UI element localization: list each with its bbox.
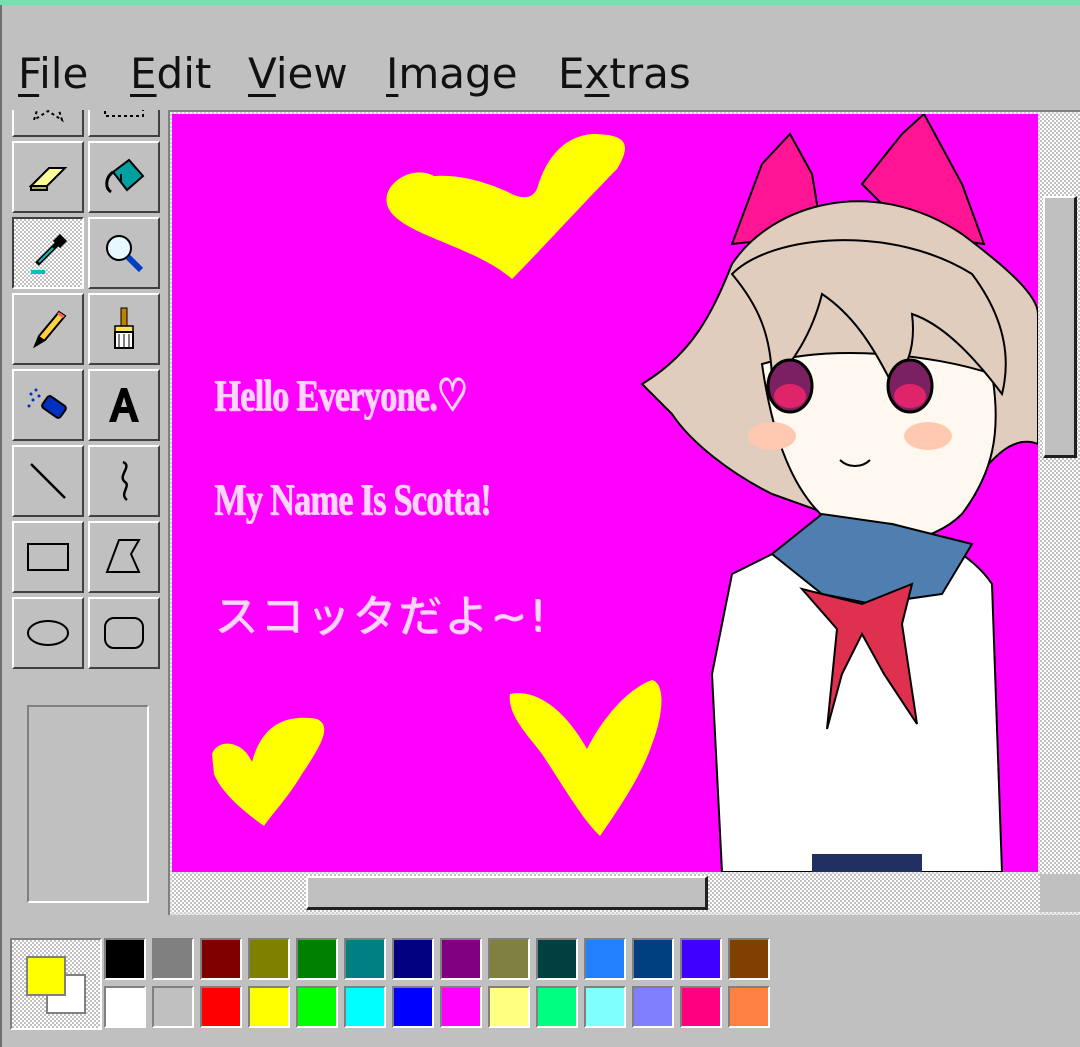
polygon-icon bbox=[105, 539, 141, 573]
palette-swatch[interactable] bbox=[104, 986, 146, 1028]
free-form-select-icon bbox=[32, 110, 64, 123]
horizontal-scrollbar-thumb[interactable] bbox=[306, 876, 708, 910]
eye-left-shine bbox=[774, 384, 806, 408]
palette-swatch[interactable] bbox=[344, 938, 386, 980]
tool-airbrush[interactable] bbox=[12, 369, 84, 441]
current-colors[interactable] bbox=[10, 938, 102, 1030]
drawing-canvas[interactable]: Hello Everyone.♡ My Name Is Scotta! スコッタ… bbox=[172, 114, 1038, 872]
palette-swatch[interactable] bbox=[152, 986, 194, 1028]
vertical-scrollbar-thumb[interactable] bbox=[1043, 196, 1077, 458]
tool-rectangle-select[interactable] bbox=[88, 110, 160, 137]
menu-edit-accelerator: E bbox=[130, 49, 157, 98]
fill-bucket-icon bbox=[105, 158, 145, 194]
palette-swatch[interactable] bbox=[200, 986, 242, 1028]
palette-swatch[interactable] bbox=[728, 938, 770, 980]
eraser-icon bbox=[28, 167, 68, 191]
tool-line[interactable] bbox=[12, 445, 84, 517]
color-picker-icon bbox=[31, 233, 68, 274]
menu-image-accelerator: I bbox=[386, 49, 399, 98]
color-palette bbox=[10, 938, 780, 1036]
tool-eraser[interactable] bbox=[12, 141, 84, 213]
foreground-color-swatch[interactable] bbox=[26, 956, 66, 996]
text-icon bbox=[109, 388, 139, 422]
palette-swatch[interactable] bbox=[440, 938, 482, 980]
menu-file-accelerator: F bbox=[18, 49, 40, 98]
brush-icon bbox=[114, 307, 134, 349]
palette-swatch[interactable] bbox=[488, 938, 530, 980]
tool-rectangle[interactable] bbox=[12, 521, 84, 593]
line-icon bbox=[30, 463, 66, 499]
palette-swatch[interactable] bbox=[584, 938, 626, 980]
tool-fill[interactable] bbox=[88, 141, 160, 213]
tool-pencil[interactable] bbox=[12, 293, 84, 365]
canvas-text-line3: スコッタだよ~! bbox=[214, 591, 549, 642]
palette-swatch[interactable] bbox=[632, 986, 674, 1028]
heart-drawing bbox=[509, 680, 662, 836]
menu-image[interactable]: Image bbox=[386, 46, 518, 102]
scrollbar-corner bbox=[1040, 874, 1080, 912]
palette-swatch[interactable] bbox=[584, 986, 626, 1028]
tool-text[interactable] bbox=[88, 369, 160, 441]
palette-swatch[interactable] bbox=[680, 938, 722, 980]
menu-file[interactable]: File bbox=[18, 46, 88, 102]
tool-ellipse[interactable] bbox=[12, 597, 84, 669]
tool-color-picker[interactable] bbox=[12, 217, 84, 289]
menu-edit[interactable]: Edit bbox=[130, 46, 211, 102]
tool-magnifier[interactable] bbox=[88, 217, 160, 289]
menu-extras[interactable]: Extras bbox=[558, 46, 691, 102]
menu-extras-prefix: E bbox=[558, 49, 585, 98]
rectangle-icon bbox=[27, 543, 69, 571]
pencil-icon bbox=[32, 310, 67, 349]
heart-drawing bbox=[386, 134, 625, 279]
menu-file-label: ile bbox=[39, 49, 89, 98]
tool-rounded-rectangle[interactable] bbox=[88, 597, 160, 669]
palette-swatch[interactable] bbox=[440, 986, 482, 1028]
tool-curve[interactable] bbox=[88, 445, 160, 517]
rounded-rectangle-icon bbox=[104, 617, 144, 649]
palette-swatch[interactable] bbox=[488, 986, 530, 1028]
palette-swatch[interactable] bbox=[728, 986, 770, 1028]
menu-view[interactable]: View bbox=[248, 46, 348, 102]
palette-swatch[interactable] bbox=[248, 938, 290, 980]
curve-icon bbox=[121, 460, 128, 501]
eye-right-shine bbox=[894, 384, 926, 408]
menu-view-label: iew bbox=[275, 49, 348, 98]
menu-bar: File Edit View Image Extras bbox=[0, 36, 1080, 108]
canvas-text-line1: Hello Everyone.♡ bbox=[214, 371, 468, 420]
tool-brush[interactable] bbox=[88, 293, 160, 365]
palette-swatch[interactable] bbox=[152, 938, 194, 980]
rectangle-select-icon bbox=[104, 110, 144, 117]
palette-swatch[interactable] bbox=[536, 938, 578, 980]
palette-swatch[interactable] bbox=[680, 986, 722, 1028]
canvas-text-line2: My Name Is Scotta! bbox=[214, 475, 491, 524]
palette-swatch[interactable] bbox=[104, 938, 146, 980]
menu-extras-accelerator: x bbox=[584, 49, 610, 98]
tool-free-form-select[interactable] bbox=[12, 110, 84, 137]
palette-swatch[interactable] bbox=[392, 938, 434, 980]
ellipse-icon bbox=[27, 620, 69, 646]
menu-view-accelerator: V bbox=[248, 49, 276, 98]
palette-swatch[interactable] bbox=[632, 938, 674, 980]
blush-left bbox=[748, 422, 796, 450]
menu-extras-label: tras bbox=[609, 49, 691, 98]
palette-swatch[interactable] bbox=[296, 986, 338, 1028]
palette-swatch[interactable] bbox=[296, 938, 338, 980]
tool-polygon[interactable] bbox=[88, 521, 160, 593]
tool-options-box[interactable] bbox=[27, 705, 149, 903]
menu-image-label: mage bbox=[398, 49, 518, 98]
toolbox bbox=[12, 110, 162, 695]
magnifier-icon bbox=[106, 235, 144, 273]
palette-swatch[interactable] bbox=[392, 986, 434, 1028]
palette-swatch[interactable] bbox=[248, 986, 290, 1028]
palette-swatch[interactable] bbox=[200, 938, 242, 980]
airbrush-icon bbox=[27, 388, 67, 419]
heart-drawing bbox=[212, 717, 325, 826]
palette-swatch[interactable] bbox=[536, 986, 578, 1028]
blush-right bbox=[904, 422, 952, 450]
menu-edit-label: dit bbox=[156, 49, 212, 98]
palette-swatch[interactable] bbox=[344, 986, 386, 1028]
skirt bbox=[812, 854, 922, 872]
